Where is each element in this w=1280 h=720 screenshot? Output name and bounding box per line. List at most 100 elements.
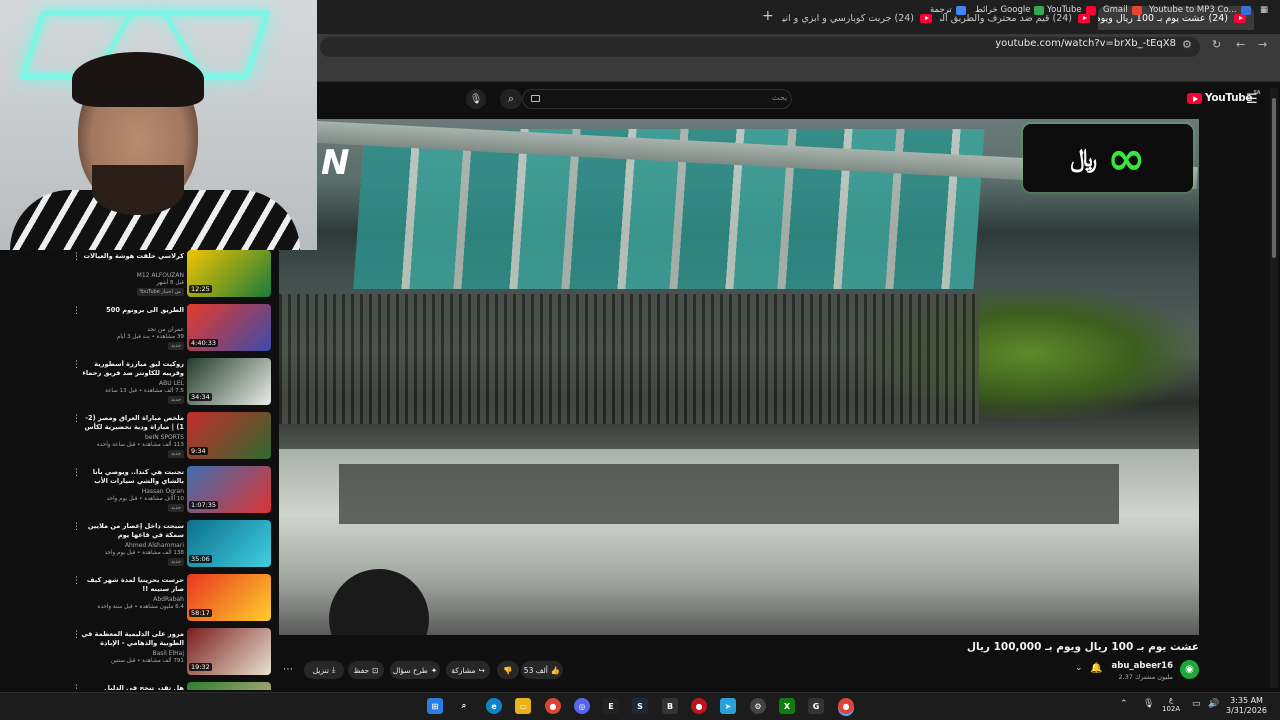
search-icon[interactable]: ⌕ <box>500 89 522 109</box>
channel-avatar[interactable]: ◉ <box>1180 660 1199 679</box>
overlay-logo-n: N <box>321 143 350 183</box>
recommendation-item[interactable]: 34:34 ⋮ روكيت ليق مبارزة أسطورية وقريبه لل… <box>60 358 272 408</box>
system-clock[interactable]: 3:35 AM 3/31/2026 <box>1226 696 1267 717</box>
bookmark-gmail[interactable]: Gmail <box>1103 5 1142 15</box>
recommendation-channel[interactable]: M12 ALFOUZAN <box>137 272 184 279</box>
microphone-icon[interactable]: 🎙 <box>1143 699 1154 709</box>
recommendation-channel[interactable]: Ahmed Alshammari <box>125 542 184 549</box>
tab-title: (24) جربت كوبارسي و ابزي و انييس <box>782 12 914 24</box>
chevron-up-icon[interactable]: ⌃ <box>1120 699 1128 709</box>
recommendation-item[interactable]: 9:34 ⋮ ملخص مباراة العراق ومصر (2-1) | مبا… <box>60 412 272 462</box>
bookmark-label: خرائط Google <box>975 5 1031 15</box>
language-label: ع <box>1168 696 1174 704</box>
download-button[interactable]: تنزيل ⤓ <box>304 661 344 679</box>
steam-icon[interactable]: S <box>632 698 648 714</box>
new-tab-button[interactable]: + <box>762 8 774 24</box>
recommendation-item[interactable]: 12:25 ⋮ كرلاسي خلقت هوشة والعيالات M12 ALFO… <box>60 250 272 300</box>
settings-icon[interactable]: ⚙ <box>750 698 766 714</box>
recommendation-item[interactable]: 19:32 ⋮ مرور على الدليمية المعظمة في الطوب… <box>60 628 272 678</box>
app-icon[interactable]: G <box>808 698 824 714</box>
recommendation-meta: 6.4 مليون مشاهدة • قبل سنة واحدة <box>97 604 184 610</box>
edge-icon[interactable]: e <box>486 698 502 714</box>
epic-games-icon[interactable]: E <box>603 698 619 714</box>
video-thumbnail[interactable] <box>187 682 271 690</box>
duration-badge: 9:34 <box>189 447 208 455</box>
recommendation-item[interactable]: 35:06 ⋮ سبحت داخل إعصار من ملايين سمكة في … <box>60 520 272 570</box>
recommendation-channel[interactable]: beIN SPORTS <box>145 434 184 441</box>
reload-icon[interactable]: ↻ <box>1212 38 1221 51</box>
telegram-icon[interactable]: ➤ <box>720 698 736 714</box>
keyboard-icon[interactable] <box>531 95 540 102</box>
recommendation-title[interactable]: روكيت ليق مبارزة أسطورية وقريبه للكاونتر… <box>80 360 184 379</box>
network-icon[interactable]: ▭ <box>1192 699 1201 709</box>
download-label: تنزيل <box>312 665 329 675</box>
video-title: عشت يوم بـ 100 ريال ويوم بـ 100,000 ريال <box>966 641 1199 653</box>
recommendation-badge: جديد <box>168 558 184 566</box>
recommendation-title[interactable]: هل تقدر تنجح في الدليل السعودي القطيفي م… <box>80 684 184 690</box>
screen: (24) عشت يوم بـ 100 ريال ويوم ✕ (24) قيم… <box>0 0 1280 720</box>
like-button[interactable]: 53 ألف 👍 <box>521 661 563 679</box>
forward-icon[interactable]: ← <box>1236 38 1245 51</box>
channel-name[interactable]: abu_abeer16 <box>1112 661 1174 671</box>
more-options-icon[interactable]: ⋯ <box>283 664 293 675</box>
url-text[interactable]: youtube.com/watch?v=brXb_-tEqX8 <box>995 38 1176 49</box>
recommendation-title[interactable]: الطريق الى بروتوم 500 <box>80 306 184 315</box>
xbox-icon[interactable]: X <box>779 698 795 714</box>
like-count: 53 ألف <box>523 665 548 675</box>
record-app-icon[interactable]: ● <box>691 698 707 714</box>
search-input[interactable] <box>522 89 792 109</box>
bookmark-icon <box>1240 5 1251 15</box>
bookmark-youtube[interactable]: YouTube <box>1047 5 1096 15</box>
duration-badge: 12:25 <box>189 285 212 293</box>
recommendation-title[interactable]: ملخص مباراة العراق ومصر (2-1) | مباراة و… <box>80 414 184 433</box>
battle-net-icon[interactable]: B <box>662 698 678 714</box>
recommendation-meta: 39 مشاهدة • بث قبل 3 أيام <box>116 334 184 340</box>
search-icon[interactable]: ⌕ <box>456 698 472 714</box>
ask-button[interactable]: طرح سؤال ✦ <box>390 661 440 679</box>
dislike-button[interactable]: 👎 <box>497 661 519 679</box>
page-scrollbar[interactable] <box>1270 88 1278 688</box>
bookmark-maps[interactable]: خرائط Google <box>975 5 1045 15</box>
recommendation-title[interactable]: مرور على الدليمية المعظمة في الطوبية وال… <box>80 630 184 649</box>
search-placeholder: بحث <box>772 93 788 102</box>
scrollbar-thumb[interactable] <box>1272 98 1276 258</box>
all-bookmarks-icon[interactable]: ▦ <box>1260 5 1268 15</box>
bookmark-icon: ⊡ <box>372 665 379 675</box>
recommendations-list: 12:25 ⋮ كرلاسي خلقت هوشة والعيالات M12 ALFO… <box>60 250 272 690</box>
back-icon[interactable]: → <box>1258 38 1267 51</box>
discord-icon[interactable]: ◎ <box>574 698 590 714</box>
menu-icon[interactable]: ☰ <box>1246 92 1258 107</box>
recommendation-channel[interactable]: عمران من نجد <box>147 326 184 333</box>
site-settings-icon[interactable]: ⚙ <box>1182 38 1192 51</box>
recommendation-title[interactable]: كرلاسي خلقت هوشة والعيالات <box>80 252 184 261</box>
chrome-active-icon[interactable]: ● <box>838 698 854 714</box>
bookmark-translate[interactable]: ترجمة <box>930 5 966 15</box>
video-player[interactable]: N ﷼ ∞ <box>279 119 1199 635</box>
duration-badge: 4:40:33 <box>189 339 219 347</box>
chevron-down-icon[interactable]: ⌄ <box>1075 663 1083 673</box>
chrome-icon[interactable]: ● <box>545 698 561 714</box>
recommendation-item[interactable]: 1:07:35 ⋮ تجنبت هي كندا.. ويوصي بأنا بالشا… <box>60 466 272 516</box>
volume-icon[interactable]: 🔊 <box>1208 699 1219 709</box>
recommendation-item[interactable]: ⋮هل تقدر تنجح في الدليل السعودي القطيفي … <box>60 682 272 690</box>
recommendation-channel[interactable]: ABU LEL <box>159 380 184 387</box>
windows-start-icon[interactable]: ⊞ <box>427 698 443 714</box>
language-indicator[interactable]: ع 102A <box>1162 696 1180 714</box>
bell-icon[interactable]: 🔔 <box>1090 663 1102 674</box>
recommendation-meta: 7.5 ألف مشاهدة • قبل 13 ساعة <box>105 388 184 394</box>
recommendation-title[interactable]: حرست بحريتنا لمدة شهر كيف صار ستينه !! <box>80 576 184 594</box>
file-explorer-icon[interactable]: ▭ <box>515 698 531 714</box>
recommendation-channel[interactable]: AbdRabah <box>153 596 184 603</box>
voice-search-icon[interactable]: 🎙 <box>466 89 486 109</box>
share-button[interactable]: مشاركة ↪ <box>446 661 490 679</box>
sparkle-icon: ✦ <box>430 665 438 675</box>
recommendation-title[interactable]: تجنبت هي كندا.. ويوصي بأنا بالشاي والشي … <box>80 468 184 487</box>
recommendation-item[interactable]: 4:40:33 ⋮ الطريق الى بروتوم 500 عمران من نج… <box>60 304 272 354</box>
tab-3[interactable]: (24) جربت كوبارسي و ابزي و انييس ✕ <box>782 6 940 30</box>
bookmark-mp3[interactable]: Youtube to MP3 Co... <box>1149 5 1251 15</box>
recommendation-channel[interactable]: Hassan Ogran <box>142 488 184 495</box>
recommendation-channel[interactable]: Basil ElHaj <box>153 650 184 657</box>
save-button[interactable]: حفظ ⊡ <box>348 661 384 679</box>
recommendation-title[interactable]: سبحت داخل إعصار من ملايين سمكة في قاعها … <box>80 522 184 540</box>
recommendation-item[interactable]: 58:17 ⋮ حرست بحريتنا لمدة شهر كيف صار ستين… <box>60 574 272 624</box>
